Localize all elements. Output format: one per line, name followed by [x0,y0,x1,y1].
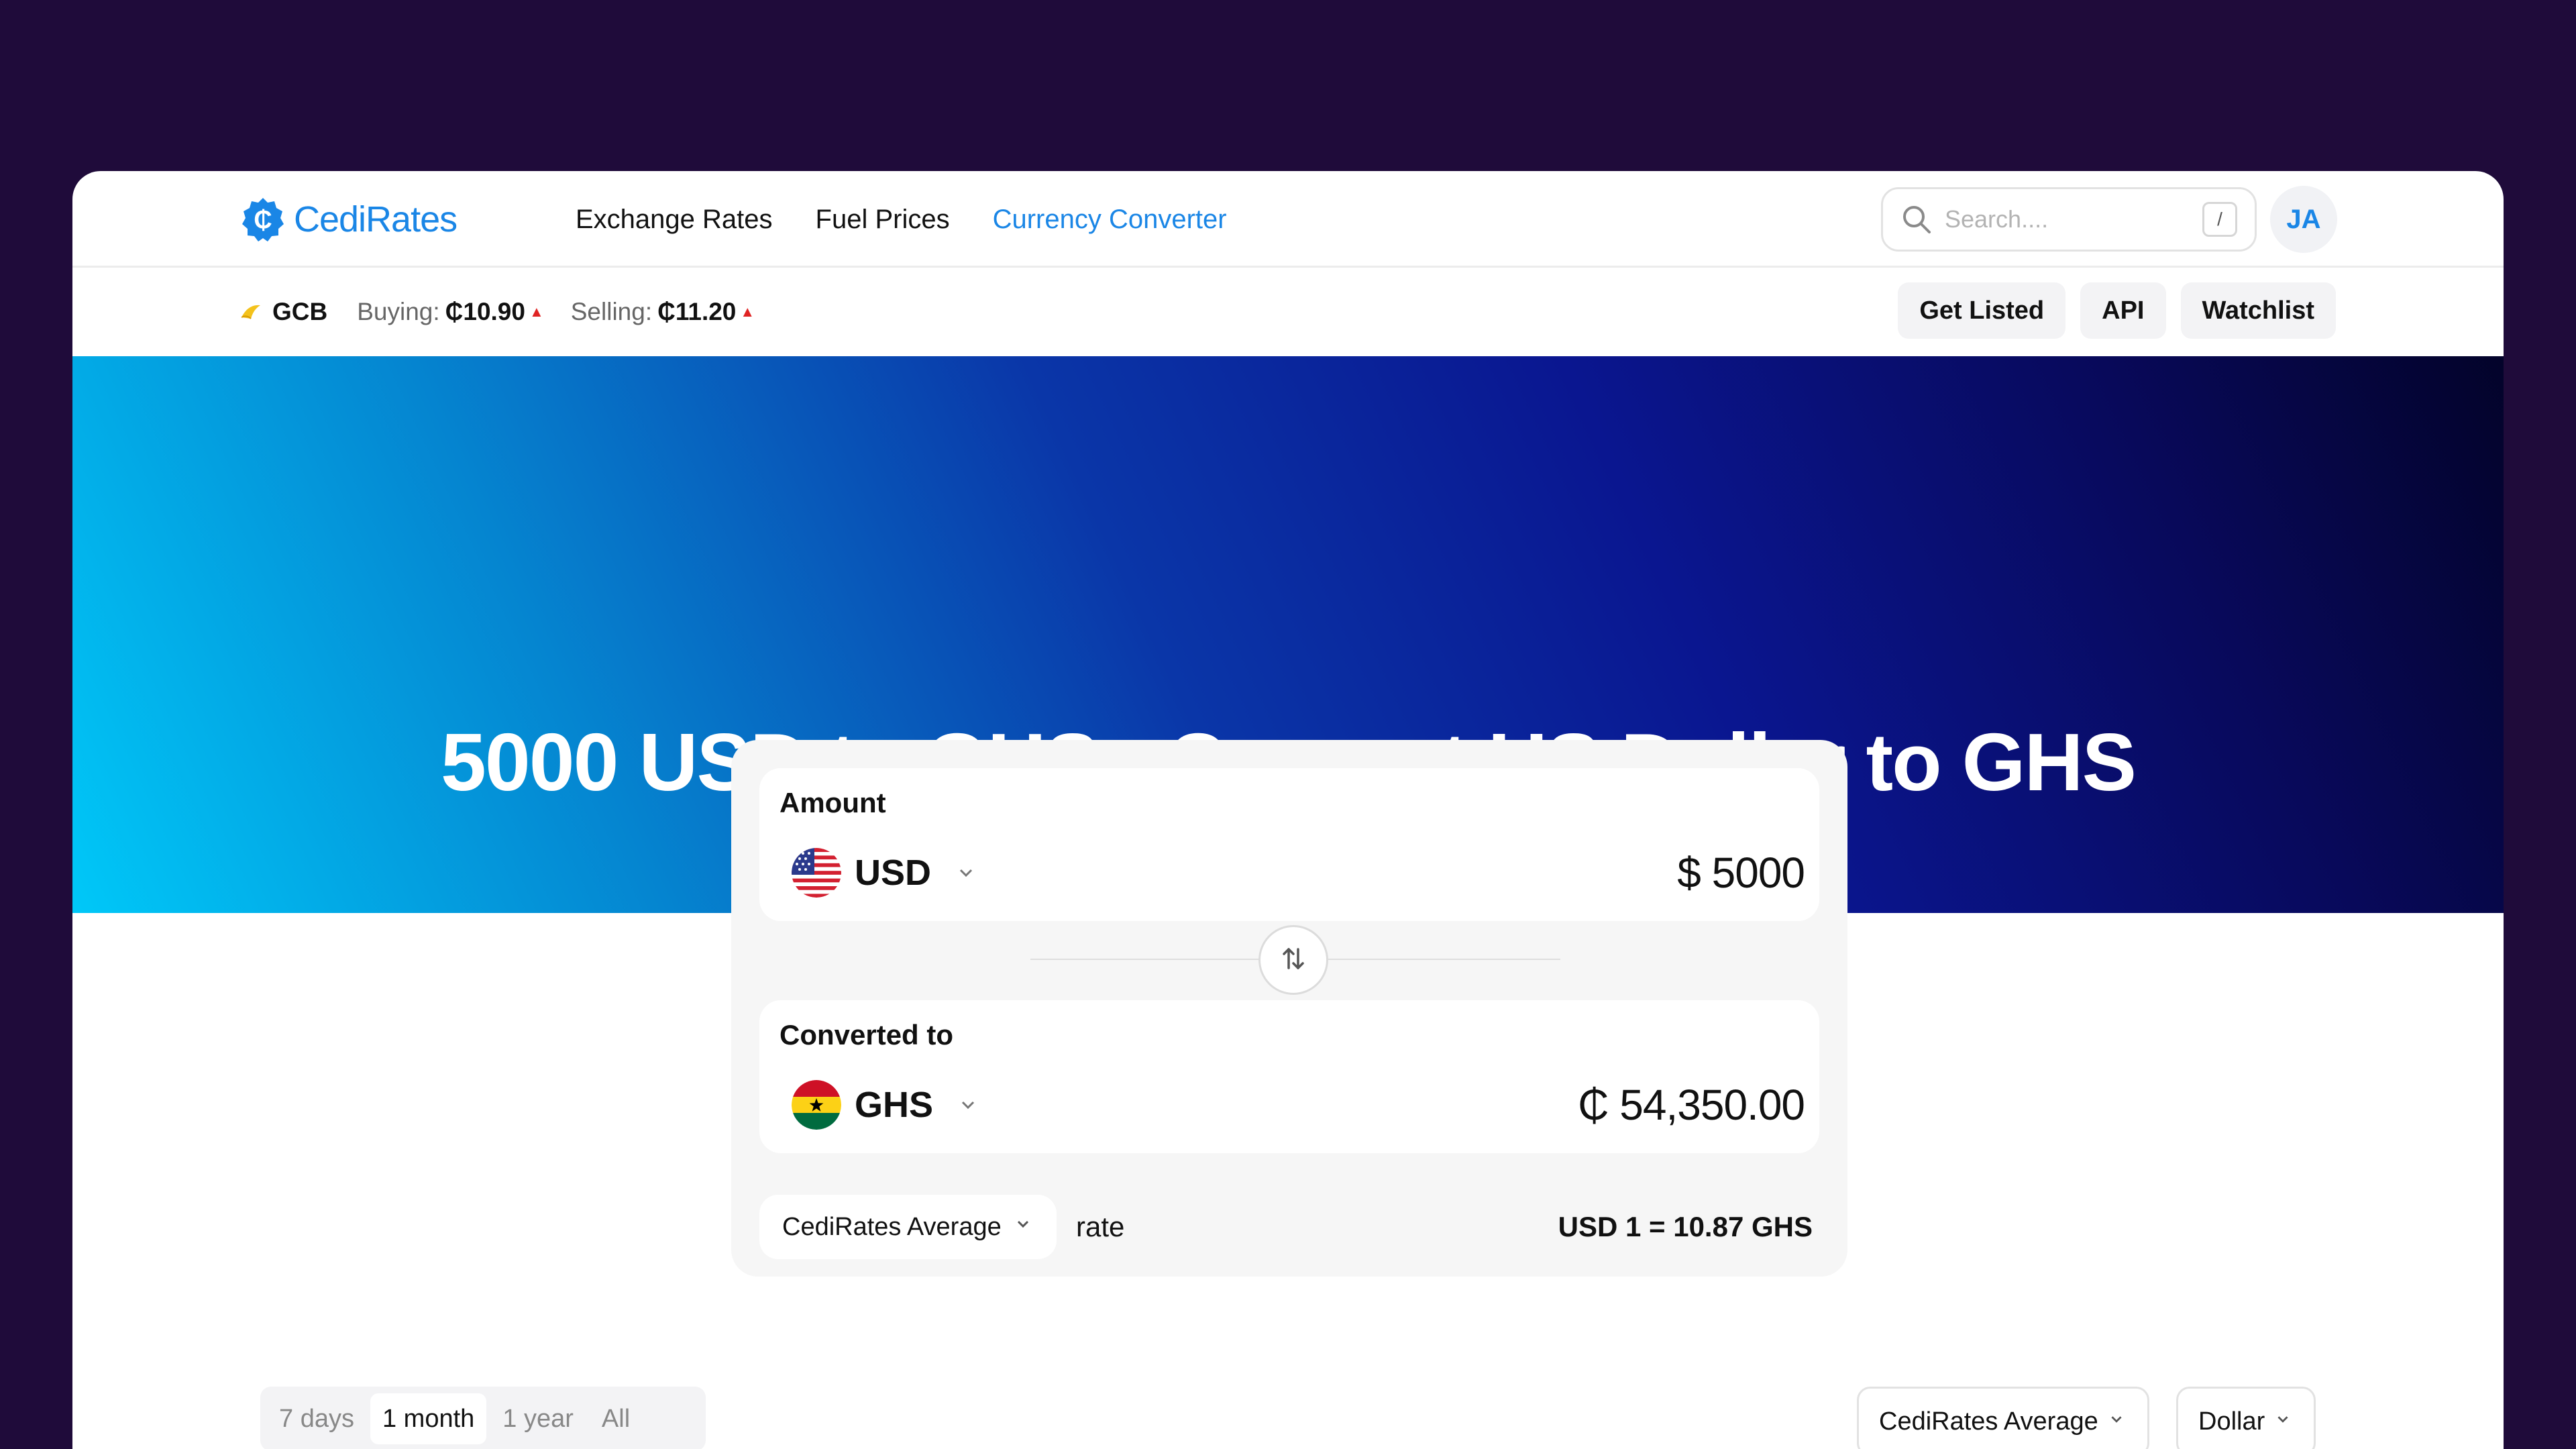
converter-card: Amount USD $ 5000 Converted to GHS ₵ 54,… [731,740,1847,1277]
chevron-down-icon [2106,1407,2127,1436]
sub-nav-buttons: Get Listed API Watchlist [1898,282,2336,341]
user-avatar[interactable]: JA [2270,186,2337,253]
get-listed-button[interactable]: Get Listed [1898,282,2066,339]
tab-1-year[interactable]: 1 year [490,1393,586,1444]
to-currency-code: GHS [855,1085,934,1125]
chart-unit-label: Dollar [2198,1407,2265,1436]
chart-unit-select[interactable]: Dollar [2176,1387,2316,1449]
chart-source-select[interactable]: CediRates Average [1857,1387,2149,1449]
chevron-down-icon [1012,1213,1034,1242]
to-currency-select[interactable]: GHS [792,1073,980,1137]
cedirates-logo-icon: ₵ [239,195,287,244]
converted-box: Converted to GHS ₵ 54,350.00 [759,1000,1819,1153]
buying-label: Buying: [357,298,440,325]
rate-source-label: CediRates Average [782,1212,1002,1241]
converted-value: ₵ 54,350.00 [1578,1081,1805,1129]
selling-value: ₵11.20 [657,298,737,325]
search-shortcut-key: / [2202,202,2237,237]
nav-exchange-rates[interactable]: Exchange Rates [576,205,773,235]
swap-currencies-button[interactable] [1258,925,1328,995]
chevron-down-icon [954,861,978,885]
bank-name: GCB [272,298,328,325]
rate-word: rate [1076,1211,1125,1242]
converted-label: Converted to [780,1019,954,1051]
watchlist-button[interactable]: Watchlist [2180,282,2336,339]
search-input[interactable] [1945,205,2202,233]
search-box[interactable]: / [1881,187,2257,252]
tab-all[interactable]: All [590,1393,642,1444]
selling-trend-up-icon: ▲ [740,303,755,320]
tab-7-days[interactable]: 7 days [267,1393,366,1444]
top-nav: ₵ CediRates Exchange Rates Fuel Prices C… [72,171,2504,268]
ghana-flag-icon [792,1080,841,1130]
nav-fuel-prices[interactable]: Fuel Prices [816,205,950,235]
chart-range-tabs: 7 days 1 month 1 year All [260,1387,706,1449]
from-currency-code: USD [855,853,932,893]
brand-name: CediRates [294,199,458,239]
search-icon [1900,203,1933,235]
from-currency-select[interactable]: USD [792,841,978,905]
bank-logo-icon [239,300,263,324]
amount-input-value[interactable]: $ 5000 [1677,841,1805,905]
browser-window: ₵ CediRates Exchange Rates Fuel Prices C… [72,171,2504,1449]
buying-value: ₵10.90 [445,298,525,325]
svg-text:₵: ₵ [254,206,272,234]
logo[interactable]: ₵ CediRates [239,194,458,245]
api-button[interactable]: API [2080,282,2166,339]
chart-source-label: CediRates Average [1879,1407,2098,1436]
amount-label: Amount [780,787,886,818]
exchange-rate-equation: USD 1 = 10.87 GHS [1558,1211,1813,1242]
us-flag-icon [792,848,841,898]
rate-ticker[interactable]: GCB Buying: ₵10.90 ▲ Selling: ₵11.20 ▲ [239,268,782,356]
rate-ticker-bar: GCB Buying: ₵10.90 ▲ Selling: ₵11.20 ▲ G… [72,268,2504,356]
rate-source-select[interactable]: CediRates Average [759,1195,1057,1259]
chevron-down-icon [956,1093,980,1117]
tab-1-month[interactable]: 1 month [370,1393,487,1444]
buying-trend-up-icon: ▲ [529,303,544,320]
amount-box: Amount USD $ 5000 [759,768,1819,921]
nav-links: Exchange Rates Fuel Prices Currency Conv… [576,171,1227,268]
chevron-down-icon [2273,1407,2293,1436]
selling-label: Selling: [570,298,653,325]
nav-currency-converter[interactable]: Currency Converter [993,205,1227,235]
swap-arrows-icon [1279,944,1308,977]
